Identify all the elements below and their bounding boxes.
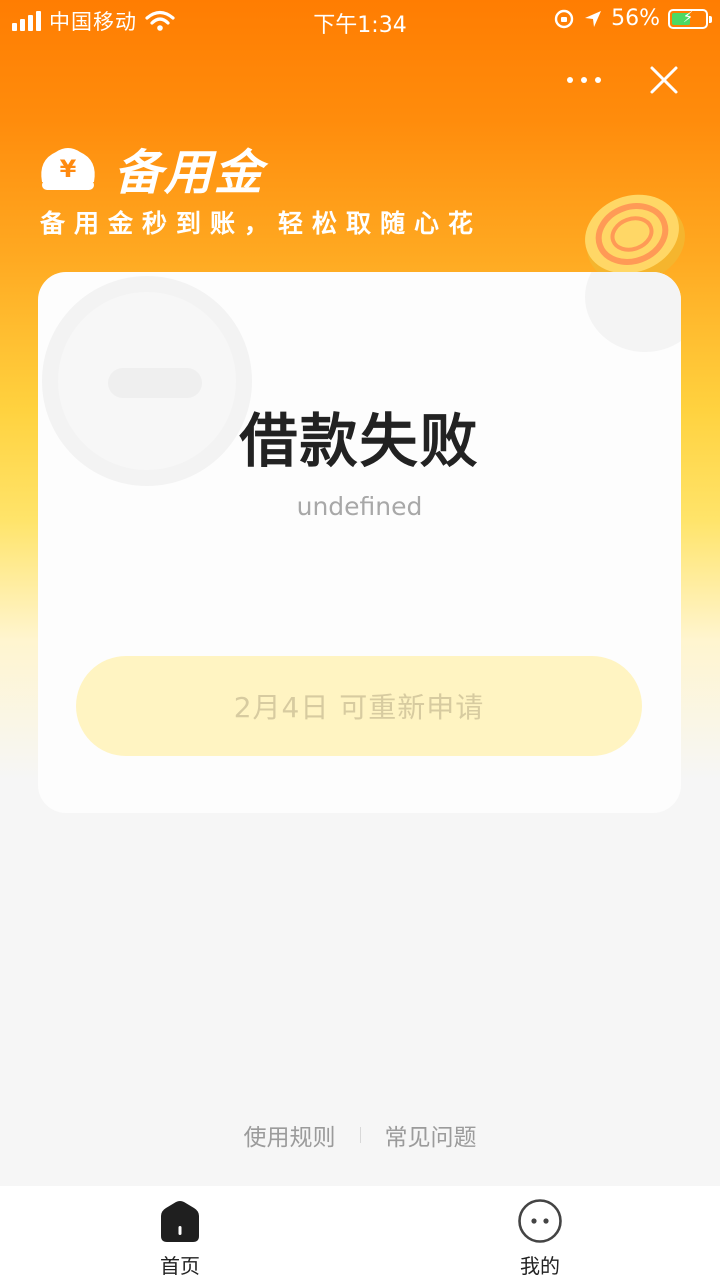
close-button[interactable] bbox=[640, 56, 688, 104]
reapply-button[interactable]: 2月4日 可重新申请 bbox=[76, 656, 642, 756]
battery-cap bbox=[709, 15, 712, 23]
tab-bar: 首页 我的 bbox=[0, 1186, 720, 1280]
brand: ¥ 备用金 bbox=[38, 133, 264, 203]
tab-mine[interactable]: 我的 bbox=[480, 1198, 600, 1279]
coin-icon bbox=[585, 194, 685, 284]
result-subtitle: undefined bbox=[296, 492, 423, 521]
profile-face-icon bbox=[518, 1199, 562, 1243]
slogan: 备用金秒到账，轻松取随心花 bbox=[40, 209, 483, 238]
charging-bolt-icon: ⚡ bbox=[682, 7, 694, 26]
brand-logo-symbol: ¥ bbox=[60, 155, 77, 183]
result-title: 借款失败 bbox=[239, 407, 480, 475]
result-card: 借款失败 undefined 2月4日 可重新申请 bbox=[38, 272, 681, 813]
faq-link[interactable]: 常见问题 bbox=[385, 1118, 477, 1152]
footer-links: 使用规则 常见问题 bbox=[0, 1118, 720, 1152]
brand-name: 备用金 bbox=[114, 145, 265, 201]
rules-link[interactable]: 使用规则 bbox=[244, 1118, 336, 1152]
more-dot bbox=[581, 77, 587, 83]
location-icon bbox=[585, 10, 602, 27]
tab-mine-label: 我的 bbox=[520, 1254, 560, 1278]
battery-icon: ⚡ bbox=[668, 7, 712, 29]
battery-percent: 56% bbox=[611, 6, 660, 31]
rotation-lock-icon bbox=[554, 9, 574, 28]
home-icon bbox=[161, 1201, 199, 1242]
more-dots-icon bbox=[567, 77, 573, 83]
tab-home[interactable]: 首页 bbox=[120, 1198, 240, 1279]
more-dot bbox=[595, 77, 601, 83]
card-decoration-right bbox=[585, 272, 681, 352]
link-separator bbox=[359, 1127, 361, 1143]
status-bar: 中国移动 下午1:34 56% ⚡ bbox=[0, 0, 720, 40]
money-bag-icon: ¥ bbox=[41, 148, 95, 190]
tab-home-label: 首页 bbox=[160, 1254, 200, 1278]
status-right: 56% ⚡ bbox=[553, 6, 712, 31]
more-button[interactable] bbox=[556, 62, 612, 98]
